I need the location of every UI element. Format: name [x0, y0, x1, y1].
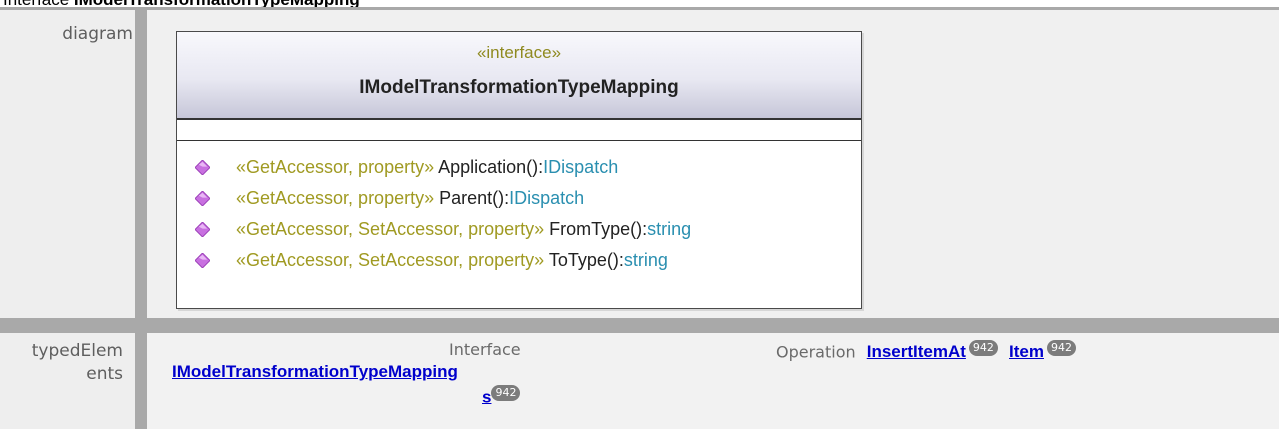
operation-column-label: Operation [776, 342, 856, 362]
interface-column-label: Interface [449, 340, 521, 359]
operation-cell: Operation InsertItemAt 942 Item 942 [776, 340, 1076, 362]
operation-item[interactable]: «GetAccessor, SetAccessor, property» Fro… [177, 214, 861, 245]
item-link[interactable]: Item [1009, 342, 1044, 361]
attributes-divider [177, 140, 861, 141]
typed-elements-label-cell: typedElem ents [0, 333, 135, 429]
header-divider [177, 118, 861, 120]
page-badge: 942 [491, 385, 521, 401]
operation-type: string [647, 219, 692, 239]
insertitemat-link[interactable]: InsertItemAt [867, 342, 966, 361]
operation-item[interactable]: «GetAccessor, property» Parent():IDispat… [177, 183, 861, 214]
interface-link-tail[interactable]: s [482, 387, 491, 406]
diagram-row-label-cell: diagram [0, 10, 135, 318]
operation-type: string [623, 250, 668, 270]
interface-name: IModelTransformationTypeMapping [359, 77, 679, 98]
operation-name: Parent(): [434, 188, 510, 208]
operation-type: IDispatch [509, 188, 585, 208]
page-badge: 942 [968, 340, 998, 356]
operation-name: ToType(): [544, 250, 624, 270]
interface-link[interactable]: IModelTransformationTypeMapping [172, 362, 458, 381]
operation-type: IDispatch [543, 157, 619, 177]
operation-stereotype: «GetAccessor, SetAccessor, property» [236, 219, 545, 239]
operation-stereotype: «GetAccessor, property» [236, 157, 435, 177]
operation-diamond-icon [195, 253, 210, 268]
page-title: Interface IModelTransformationTypeMappin… [3, 0, 360, 8]
diagram-label: diagram [62, 24, 133, 44]
interface-stereotype: «interface» [476, 43, 562, 62]
operations-list: «GetAccessor, property» Application():ID… [177, 152, 861, 276]
interface-link-wrap: IModelTransformationTypeMapping [172, 362, 458, 382]
operation-item[interactable]: «GetAccessor, property» Application():ID… [177, 152, 861, 183]
operation-diamond-icon [195, 160, 210, 175]
operation-diamond-icon [195, 191, 210, 206]
page-badge: 942 [1046, 340, 1076, 356]
typed-elements-label-line1: typedElem [31, 341, 123, 361]
operation-name: FromType(): [544, 219, 648, 239]
operation-item[interactable]: «GetAccessor, SetAccessor, property» ToT… [177, 245, 861, 276]
operation-name: Application(): [434, 157, 544, 177]
interface-link-wrap-2: s 942 [482, 385, 521, 407]
uml-header: «interface» IModelTransformationTypeMapp… [177, 32, 861, 118]
typed-elements-label-line2: ents [86, 364, 123, 384]
operation-stereotype: «GetAccessor, SetAccessor, property» [236, 250, 545, 270]
operation-diamond-icon [195, 222, 210, 237]
operation-stereotype: «GetAccessor, property» [236, 188, 435, 208]
uml-interface-box[interactable]: «interface» IModelTransformationTypeMapp… [176, 31, 862, 309]
